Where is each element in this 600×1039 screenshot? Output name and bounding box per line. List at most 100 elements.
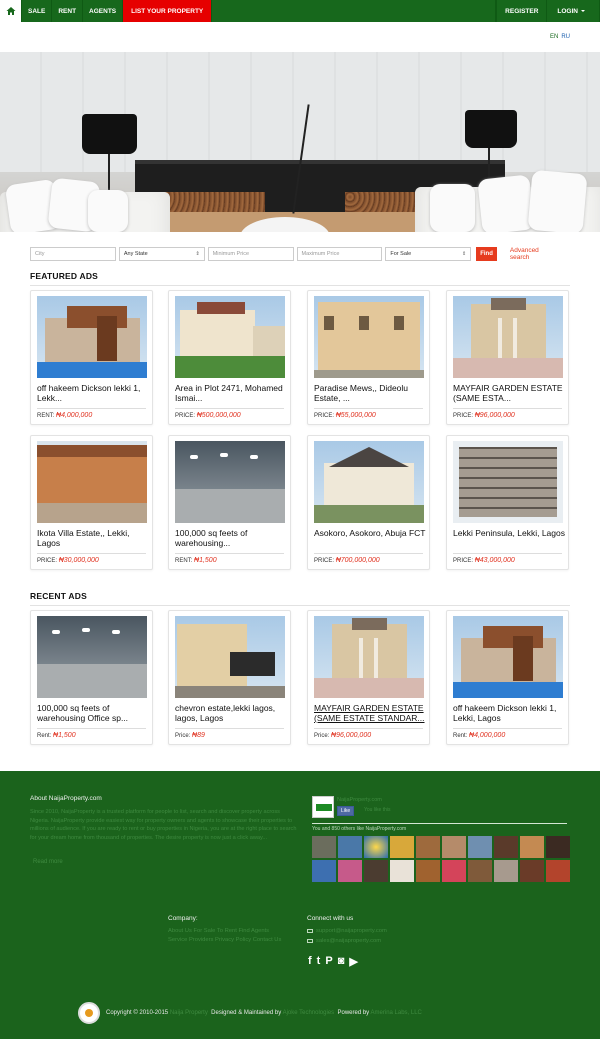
recent-ad-card[interactable]: 100,000 sq feets of warehousing Office s… xyxy=(30,610,153,745)
nav-rent[interactable]: RENT xyxy=(52,0,84,22)
avatar[interactable] xyxy=(442,836,466,858)
avatar[interactable] xyxy=(312,836,336,858)
nav-list-your-property[interactable]: LIST YOUR PROPERTY xyxy=(123,0,213,22)
connect-heading: Connect with us xyxy=(307,915,354,922)
fb-like-button[interactable]: Like xyxy=(337,806,355,816)
price-label: PRICE: xyxy=(37,558,58,564)
avatar[interactable] xyxy=(494,836,518,858)
fb-page-name[interactable]: NaijaProperty.com xyxy=(337,797,382,803)
avatar[interactable] xyxy=(546,860,570,882)
ad-title[interactable]: chevron estate,lekki lagos, lagos, Lagos xyxy=(175,703,289,724)
company-links[interactable]: About Us For Sale To Rent Find Agents Se… xyxy=(168,927,283,945)
property-photo xyxy=(314,296,424,378)
ad-title[interactable]: off hakeem Dickson lekki 1, Lekki, Lagos xyxy=(453,703,567,724)
featured-ad-card[interactable]: 100,000 sq feets of warehousing... RENT:… xyxy=(168,435,291,570)
pinterest-icon[interactable]: P xyxy=(325,955,332,968)
fb-like-count: You and 850 others like NaijaProperty.co… xyxy=(312,826,407,832)
naija-property-link[interactable]: Naija Property xyxy=(170,1010,208,1016)
ad-title[interactable]: Ikota Villa Estate,, Lekki, Lagos xyxy=(37,528,151,549)
city-input[interactable]: City xyxy=(30,247,116,261)
home-button[interactable] xyxy=(0,0,22,22)
ad-price: PRICE: ₦700,000,000 xyxy=(314,553,423,564)
copyright-bar: Copyright © 2010-2015 Naija Property Des… xyxy=(78,1001,548,1025)
find-button[interactable]: Find xyxy=(476,247,497,261)
youtube-icon[interactable]: ▶ xyxy=(349,955,357,968)
avatar[interactable] xyxy=(390,860,414,882)
recent-ad-card[interactable]: MAYFAIR GARDEN ESTATE (SAME ESTATE STAND… xyxy=(307,610,430,745)
ad-title[interactable]: off hakeem Dickson lekki 1, Lekk... xyxy=(37,383,151,404)
avatar[interactable] xyxy=(338,860,362,882)
footer: About NaijaProperty.com Since 2010, Naij… xyxy=(0,771,600,1039)
featured-ad-card[interactable]: Lekki Peninsula, Lekki, Lagos PRICE: ₦43… xyxy=(446,435,569,570)
ad-title[interactable]: 100,000 sq feets of warehousing... xyxy=(175,528,289,549)
ad-title[interactable]: Lekki Peninsula, Lekki, Lagos xyxy=(453,528,567,549)
state-select[interactable]: Any State ⇕ xyxy=(118,247,205,261)
facebook-icon[interactable]: f xyxy=(308,955,312,968)
ad-title[interactable]: Paradise Mews,, Dideolu Estate, ... xyxy=(314,383,428,404)
facebook-like-box: NaijaProperty.com Like You like this You… xyxy=(312,793,570,885)
featured-ad-card[interactable]: Paradise Mews,, Dideolu Estate, ... PRIC… xyxy=(307,290,430,425)
avatar[interactable] xyxy=(546,836,570,858)
nav-login[interactable]: LOGIN xyxy=(547,0,600,22)
avatar[interactable] xyxy=(520,860,544,882)
fb-fan-avatars xyxy=(312,836,570,882)
designer-link[interactable]: Ajoke Technologies xyxy=(283,1010,335,1016)
max-price-input[interactable]: Maximum Price xyxy=(296,247,383,261)
ad-title[interactable]: Area in Plot 2471, Mohamed Ismai... xyxy=(175,383,289,404)
ad-title[interactable]: MAYFAIR GARDEN ESTATE (SAME ESTA... xyxy=(453,383,567,404)
divider xyxy=(30,605,570,606)
featured-ad-card[interactable]: Ikota Villa Estate,, Lekki, Lagos PRICE:… xyxy=(30,435,153,570)
price-value: ₦1,500 xyxy=(194,557,217,564)
avatar[interactable] xyxy=(364,836,388,858)
property-photo xyxy=(37,296,147,378)
property-photo xyxy=(37,616,147,698)
lang-ru[interactable]: RU xyxy=(561,34,570,40)
featured-ad-card[interactable]: off hakeem Dickson lekki 1, Lekk... RENT… xyxy=(30,290,153,425)
avatar[interactable] xyxy=(364,860,388,882)
copyright-label: Copyright © 2010-2015 xyxy=(106,1010,169,1016)
featured-ad-card[interactable]: Area in Plot 2471, Mohamed Ismai... PRIC… xyxy=(168,290,291,425)
powered-link[interactable]: Amerina Labs, LLC xyxy=(371,1010,422,1016)
featured-ad-card[interactable]: MAYFAIR GARDEN ESTATE (SAME ESTA... PRIC… xyxy=(446,290,569,425)
avatar[interactable] xyxy=(494,860,518,882)
site-seal xyxy=(78,1002,100,1024)
price-label: Rent: xyxy=(37,733,52,739)
fb-like-status: You like this xyxy=(364,807,391,813)
lang-en[interactable]: EN xyxy=(550,34,558,40)
avatar[interactable] xyxy=(416,860,440,882)
read-more-link[interactable]: Read more xyxy=(33,859,63,865)
avatar[interactable] xyxy=(416,836,440,858)
fb-like-label: Like xyxy=(341,808,351,814)
nav-sale[interactable]: SALE xyxy=(22,0,53,22)
twitter-icon[interactable]: t xyxy=(317,955,321,968)
avatar[interactable] xyxy=(390,836,414,858)
avatar[interactable] xyxy=(312,860,336,882)
avatar[interactable] xyxy=(468,860,492,882)
ad-price: PRICE: ₦55,000,000 xyxy=(314,408,423,419)
support-email-link[interactable]: support@naijaproperty.com xyxy=(307,928,387,934)
recent-ad-card[interactable]: off hakeem Dickson lekki 1, Lekki, Lagos… xyxy=(446,610,569,745)
select-arrows-icon: ⇕ xyxy=(195,251,200,257)
price-value: ₦4,000,000 xyxy=(469,732,506,739)
instagram-icon[interactable]: ◙ xyxy=(338,955,345,968)
nav-register[interactable]: REGISTER xyxy=(496,0,548,22)
advanced-search-link[interactable]: Advanced search xyxy=(510,247,560,261)
nav-agents[interactable]: AGENTS xyxy=(83,0,124,22)
ad-price: RENT: ₦4,000,000 xyxy=(37,408,146,419)
avatar[interactable] xyxy=(442,860,466,882)
listing-type-select[interactable]: For Sale ⇕ xyxy=(385,247,472,261)
recent-ad-card[interactable]: chevron estate,lekki lagos, lagos, Lagos… xyxy=(168,610,291,745)
ad-price: PRICE: ₦43,000,000 xyxy=(453,553,562,564)
avatar[interactable] xyxy=(468,836,492,858)
sales-email-link[interactable]: sales@naijaproperty.com xyxy=(307,938,381,944)
price-value: ₦1,500 xyxy=(53,732,76,739)
min-price-input[interactable]: Minimum Price xyxy=(207,247,294,261)
ad-title[interactable]: 100,000 sq feets of warehousing Office s… xyxy=(37,703,151,724)
avatar[interactable] xyxy=(338,836,362,858)
featured-ad-card[interactable]: Asokoro, Asokoro, Abuja FCT PRICE: ₦700,… xyxy=(307,435,430,570)
social-links: f t P ◙ ▶ xyxy=(308,955,358,968)
ad-price: Price: ₦89 xyxy=(175,728,284,739)
avatar[interactable] xyxy=(520,836,544,858)
ad-title[interactable]: Asokoro, Asokoro, Abuja FCT xyxy=(314,528,428,549)
ad-title[interactable]: MAYFAIR GARDEN ESTATE (SAME ESTATE STAND… xyxy=(314,703,428,724)
